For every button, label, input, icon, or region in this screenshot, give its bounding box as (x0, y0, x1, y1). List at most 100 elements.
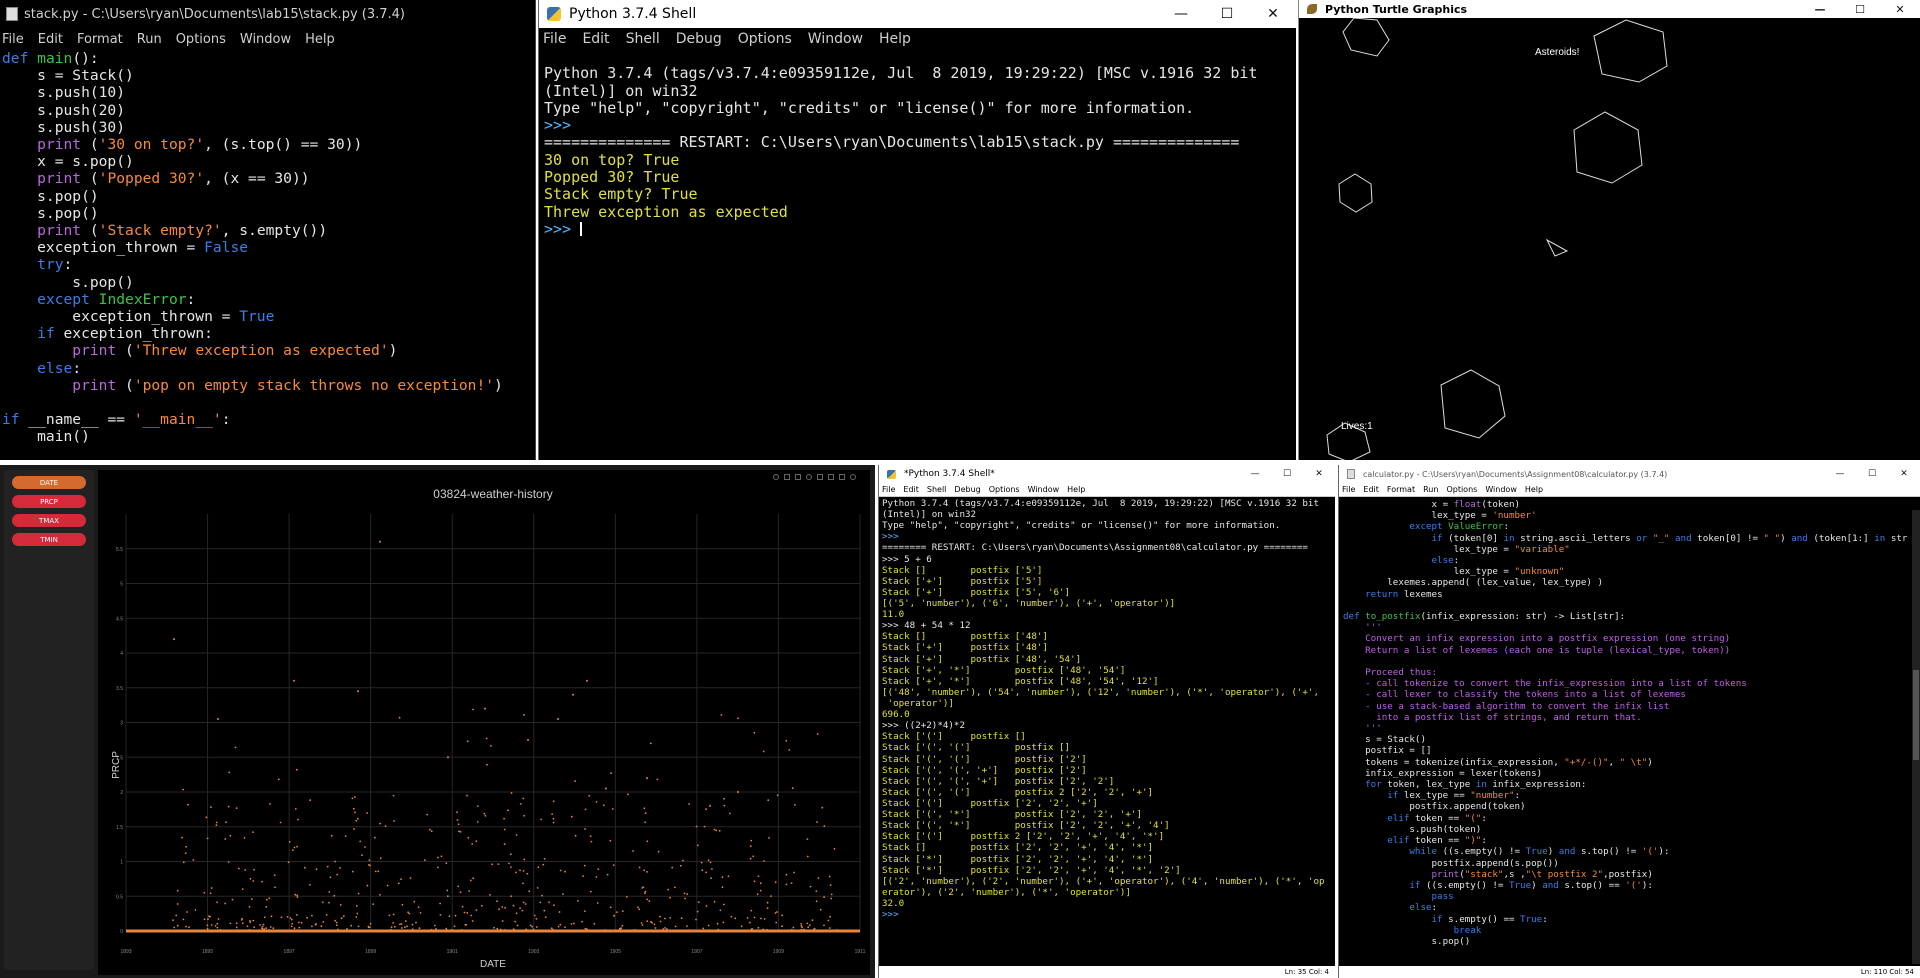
close-icon[interactable]: ✕ (1250, 0, 1296, 28)
calc-shell-titlebar[interactable]: *Python 3.7.4 Shell* — ☐ ✕ (879, 465, 1335, 483)
minimize-icon[interactable]: — (1239, 465, 1271, 483)
select-icon[interactable] (795, 474, 801, 480)
prcp-point (696, 910, 699, 913)
vertical-scrollbar[interactable] (1912, 510, 1920, 964)
shell-line: 32.0 (882, 897, 905, 909)
calc-shell-output[interactable]: Python 3.7.4 (tags/v3.7.4:e09359112e, Ju… (879, 497, 1335, 920)
menu-options[interactable]: Options (1446, 485, 1477, 494)
close-icon[interactable]: ✕ (1303, 465, 1335, 483)
prcp-point (401, 903, 404, 906)
maximize-icon[interactable]: ☐ (1840, 0, 1880, 18)
weather-plot[interactable]: 03824-weather-history 00.511.522.533.544… (98, 470, 870, 975)
prcp-point (290, 925, 293, 928)
menu-window[interactable]: Window (240, 32, 291, 47)
prcp-point (252, 919, 255, 922)
menu-run[interactable]: Run (137, 32, 162, 47)
stack-editor-window: stack.py - C:\Users\ryan\Documents\lab15… (0, 0, 536, 460)
python-shell-titlebar[interactable]: Python 3.7.4 Shell — ☐ ✕ (539, 0, 1296, 28)
menu-window[interactable]: Window (808, 31, 863, 47)
menu-help[interactable]: Help (879, 31, 911, 47)
prcp-point (398, 716, 401, 719)
menu-help[interactable]: Help (1067, 485, 1085, 494)
maximize-icon[interactable]: ☐ (1204, 0, 1250, 28)
menu-help[interactable]: Help (305, 32, 335, 47)
menu-options[interactable]: Options (989, 485, 1020, 494)
prcp-point (216, 901, 218, 904)
scrollbar-thumb[interactable] (1913, 670, 1919, 760)
x-tick-label: 1903 (528, 949, 539, 955)
minimize-icon[interactable]: — (1824, 465, 1856, 483)
prcp-point (368, 859, 371, 862)
prcp-point (720, 714, 723, 716)
prcp-point (792, 926, 795, 929)
shell-prompt: >>> (544, 116, 581, 135)
menu-format[interactable]: Format (1387, 485, 1415, 494)
zoom-out-icon[interactable] (828, 474, 834, 480)
stack-editor-title: stack.py - C:\Users\ryan\Documents\lab15… (24, 6, 405, 22)
menu-edit[interactable]: Edit (1363, 485, 1379, 494)
menu-window[interactable]: Window (1028, 485, 1060, 494)
prcp-point (413, 900, 416, 903)
menu-file[interactable]: File (2, 32, 24, 47)
prcp-point (454, 914, 457, 917)
shell-prompt[interactable]: >>> (544, 220, 1296, 238)
menu-edit[interactable]: Edit (582, 31, 609, 47)
menu-file[interactable]: File (882, 485, 895, 494)
menu-window[interactable]: Window (1485, 485, 1517, 494)
close-icon[interactable]: ✕ (1888, 465, 1920, 483)
pan-icon[interactable] (784, 474, 790, 480)
menu-edit[interactable]: Edit (903, 485, 919, 494)
menu-shell[interactable]: Shell (626, 31, 660, 47)
menu-help[interactable]: Help (1525, 485, 1543, 494)
reset-icon[interactable] (850, 474, 856, 480)
prcp-point (465, 923, 468, 926)
menu-edit[interactable]: Edit (38, 32, 63, 47)
menu-options[interactable]: Options (738, 31, 792, 47)
menu-run[interactable]: Run (1423, 485, 1438, 494)
prcp-point (265, 905, 268, 908)
lasso-icon[interactable] (806, 474, 812, 480)
prcp-point (277, 778, 280, 781)
close-icon[interactable]: ✕ (1880, 0, 1920, 18)
prcp-point (781, 925, 783, 928)
prcp-button[interactable]: PRCP (12, 495, 86, 508)
tmin-button[interactable]: TMIN (12, 533, 86, 546)
menu-options[interactable]: Options (176, 32, 226, 47)
y-tick-label: 3.5 (116, 686, 123, 692)
stack-code-area[interactable]: def main(): s = Stack() s.push(10) s.pus… (0, 50, 535, 446)
shell-output[interactable]: Python 3.7.4 (tags/v3.7.4:e09359112e, Ju… (539, 48, 1296, 273)
date-button[interactable]: DATE (12, 476, 86, 489)
autoscale-icon[interactable] (839, 474, 845, 480)
turtle-titlebar[interactable]: Python Turtle Graphics — ☐ ✕ (1299, 0, 1920, 18)
minimize-icon[interactable]: — (1158, 0, 1204, 28)
calculator-code-area[interactable]: x = float(token) lex_type = 'number' exc… (1339, 497, 1920, 947)
prcp-point (705, 871, 707, 874)
maximize-icon[interactable]: ☐ (1856, 465, 1888, 483)
menu-shell[interactable]: Shell (927, 485, 947, 494)
prcp-point (261, 925, 264, 928)
prcp-point (682, 859, 684, 862)
menu-file[interactable]: File (1342, 485, 1355, 494)
maximize-icon[interactable]: ☐ (1271, 465, 1303, 483)
prcp-point (351, 797, 354, 800)
minimize-icon[interactable]: — (1800, 0, 1840, 18)
prcp-point (740, 925, 743, 928)
prcp-point (830, 893, 833, 896)
menu-file[interactable]: File (543, 31, 566, 47)
calculator-editor-titlebar[interactable]: calculator.py - C:\Users\ryan\Documents\… (1339, 465, 1920, 483)
menu-format[interactable]: Format (77, 32, 123, 47)
turtle-canvas[interactable]: Asteroids! Lives:1 (1299, 18, 1920, 460)
menu-debug[interactable]: Debug (676, 31, 722, 47)
prcp-point (671, 866, 674, 869)
stack-editor-titlebar[interactable]: stack.py - C:\Users\ryan\Documents\lab15… (0, 0, 535, 28)
menu-debug[interactable]: Debug (954, 485, 980, 494)
prcp-point (686, 925, 688, 927)
shell-prompt: >>> ((2+2)*4)*2 (882, 720, 965, 732)
prcp-point (816, 821, 818, 823)
tmax-button[interactable]: TMAX (12, 514, 86, 527)
zoom-icon[interactable] (773, 474, 779, 480)
zoom-in-icon[interactable] (817, 474, 823, 480)
prcp-point (519, 869, 521, 872)
prcp-point (411, 923, 414, 926)
shell-line: Stack ['+'] postfix ['5'] (882, 575, 1043, 587)
